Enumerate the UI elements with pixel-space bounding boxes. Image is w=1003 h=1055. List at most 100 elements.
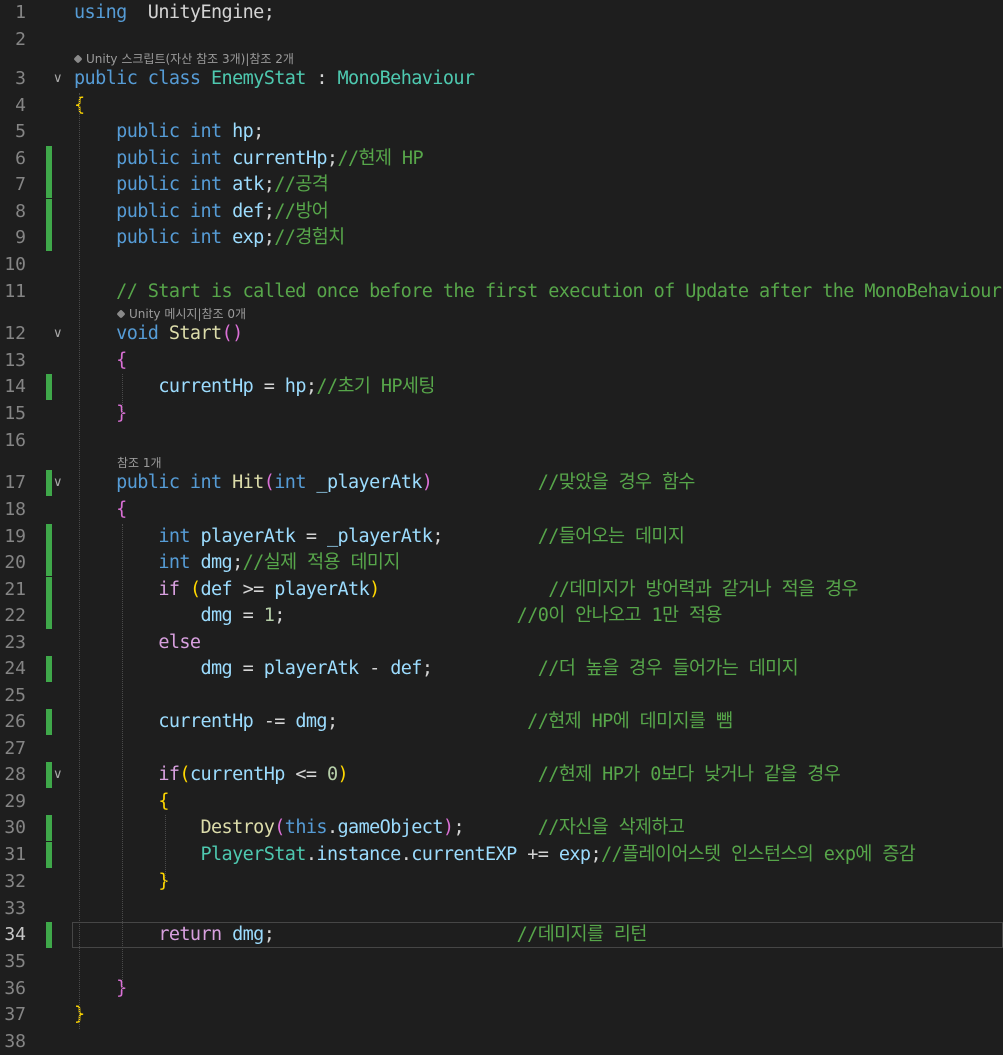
code-line-37[interactable]: 37} [0, 1002, 1003, 1028]
code-line-32[interactable]: 32 } [0, 869, 1003, 895]
code-line-12[interactable]: 12 ∨ void Start() [0, 321, 1003, 347]
code-token: _playerAtk [326, 526, 433, 547]
code-text[interactable]: // Start is called once before the first… [74, 279, 1002, 305]
code-line-36[interactable]: 36 } [0, 976, 1003, 1002]
code-line-26[interactable]: 26 currentHp -= dmg; //현제 HP에 데미지를 뺌 [0, 709, 1003, 735]
code-text[interactable]: return dmg; //데미지를 리턴 [74, 922, 647, 948]
code-line-33[interactable]: 33 [0, 896, 1003, 922]
fold-chevron-icon[interactable]: ∨ [53, 762, 63, 788]
code-token: public int [116, 148, 233, 169]
fold-chevron-icon[interactable]: ∨ [53, 470, 63, 496]
line-number: 10 [4, 254, 26, 275]
change-indicator [46, 172, 52, 198]
code-text[interactable]: void Start() [74, 321, 243, 347]
code-text[interactable]: currentHp -= dmg; //현제 HP에 데미지를 뺌 [74, 709, 733, 735]
code-line-25[interactable]: 25 [0, 683, 1003, 709]
code-text[interactable]: int playerAtk = _playerAtk; //들어오는 데미지 [74, 524, 685, 550]
code-token: ( [179, 764, 190, 785]
code-line-11[interactable]: 11 // Start is called once before the fi… [0, 279, 1003, 305]
line-number: 3 [15, 68, 26, 89]
code-line-35[interactable]: 35 [0, 949, 1003, 975]
code-line-19[interactable]: 19 int playerAtk = _playerAtk; //들어오는 데미… [0, 524, 1003, 550]
code-line-31[interactable]: 31 PlayerStat.instance.currentEXP += exp… [0, 842, 1003, 868]
code-line-8[interactable]: 8 public int def;//방어 [0, 199, 1003, 225]
codelens-annotation[interactable]: Unity 스크립트(자산 참조 3개)|참조 2개 [73, 50, 294, 67]
code-line-4[interactable]: 4{ [0, 93, 1003, 119]
code-line-3[interactable]: 3 ∨ public class EnemyStat : MonoBehaviour [0, 66, 1003, 92]
code-text[interactable]: else [74, 630, 201, 656]
code-line-15[interactable]: 15 } [0, 401, 1003, 427]
code-text[interactable]: using UnityEngine; [74, 0, 275, 26]
line-number: 9 [15, 227, 26, 248]
code-line-13[interactable]: 13 { [0, 348, 1003, 374]
code-line-10[interactable]: 10 [0, 252, 1003, 278]
code-line-28[interactable]: 28 ∨ if(currentHp <= 0) //현제 HP가 0보다 낮거나 … [0, 762, 1003, 788]
code-text[interactable]: public int atk;//공격 [74, 172, 329, 198]
code-token: . [305, 844, 317, 865]
code-text[interactable]: dmg = playerAtk - def; //더 높을 경우 들어가는 데미… [74, 656, 798, 682]
code-line-7[interactable]: 7 public int atk;//공격 [0, 172, 1003, 198]
code-text[interactable]: public int hp; [74, 119, 264, 145]
code-editor[interactable]: 1 using UnityEngine; 2 3 ∨ public class Enemy… [0, 0, 1003, 1052]
code-text[interactable]: { [74, 348, 127, 374]
code-line-22[interactable]: 22 dmg = 1; //0이 안나오고 1만 적용 [0, 603, 1003, 629]
code-token: //플레이어스텟 인스턴스의 exp에 증감 [600, 844, 916, 865]
code-line-38[interactable]: 38 [0, 1029, 1003, 1055]
code-line-16[interactable]: 16 [0, 428, 1003, 454]
code-text[interactable]: public int Hit(int _playerAtk) //맞았을 경우 … [74, 470, 695, 496]
fold-chevron-icon[interactable]: ∨ [53, 66, 63, 92]
code-token: += [516, 844, 559, 865]
change-indicator [46, 374, 52, 400]
code-line-29[interactable]: 29 { [0, 789, 1003, 815]
code-line-17[interactable]: 17 ∨ public int Hit(int _playerAtk) //맞았을… [0, 470, 1003, 496]
code-line-27[interactable]: 27 [0, 736, 1003, 762]
code-text[interactable]: } [74, 401, 127, 427]
code-text[interactable]: { [74, 497, 127, 523]
code-text[interactable]: public int exp;//경험치 [74, 225, 345, 251]
code-text[interactable]: public class EnemyStat : MonoBehaviour [74, 66, 475, 92]
code-text[interactable]: public int def;//방어 [74, 199, 329, 225]
code-line-30[interactable]: 30 Destroy(this.gameObject); //자신을 삭제하고 [0, 815, 1003, 841]
code-token: //데미지가 방어력과 같거나 적을 경우 [548, 579, 858, 600]
code-line-14[interactable]: 14 currentHp = hp;//초기 HP세팅 [0, 374, 1003, 400]
code-text[interactable]: PlayerStat.instance.currentEXP += exp;//… [74, 842, 915, 868]
code-line-18[interactable]: 18 { [0, 497, 1003, 523]
code-line-21[interactable]: 21 if (def >= playerAtk) //데미지가 방어력과 같거나… [0, 577, 1003, 603]
code-text[interactable]: currentHp = hp;//초기 HP세팅 [74, 374, 435, 400]
code-line-6[interactable]: 6 public int currentHp;//현제 HP [0, 146, 1003, 172]
code-text[interactable]: public int currentHp;//현제 HP [74, 146, 423, 172]
code-line-23[interactable]: 23 else [0, 630, 1003, 656]
code-token: //들어오는 데미지 [537, 526, 685, 547]
code-text[interactable]: if(currentHp <= 0) //현제 HP가 0보다 낮거나 같을 경… [74, 762, 840, 788]
code-token: //맞았을 경우 함수 [537, 472, 696, 493]
code-line-20[interactable]: 20 int dmg;//실제 적용 데미지 [0, 550, 1003, 576]
line-number: 29 [4, 791, 26, 812]
code-text[interactable]: if (def >= playerAtk) //데미지가 방어력과 같거나 적을… [74, 577, 858, 603]
code-text[interactable]: } [74, 976, 127, 1002]
code-line-9[interactable]: 9 public int exp;//경험치 [0, 225, 1003, 251]
change-indicator [46, 815, 52, 841]
code-token: ) [421, 472, 433, 493]
code-line-34[interactable]: 34 return dmg; //데미지를 리턴 [0, 922, 1003, 948]
change-indicator [46, 550, 52, 576]
indent-guide [122, 374, 123, 415]
code-text[interactable]: dmg = 1; //0이 안나오고 1만 적용 [74, 603, 722, 629]
code-token: ; [263, 227, 275, 248]
code-token: . [400, 844, 412, 865]
fold-chevron-icon[interactable]: ∨ [53, 321, 63, 347]
code-line-24[interactable]: 24 dmg = playerAtk - def; //더 높을 경우 들어가는… [0, 656, 1003, 682]
code-token: dmg [232, 924, 264, 945]
codelens-annotation[interactable]: 참조 1개 [117, 454, 162, 471]
codelens-annotation[interactable]: Unity 메시지|참조 0개 [116, 305, 246, 322]
code-line-1[interactable]: 1 using UnityEngine; [0, 0, 1003, 26]
code-line-5[interactable]: 5 public int hp; [0, 119, 1003, 145]
